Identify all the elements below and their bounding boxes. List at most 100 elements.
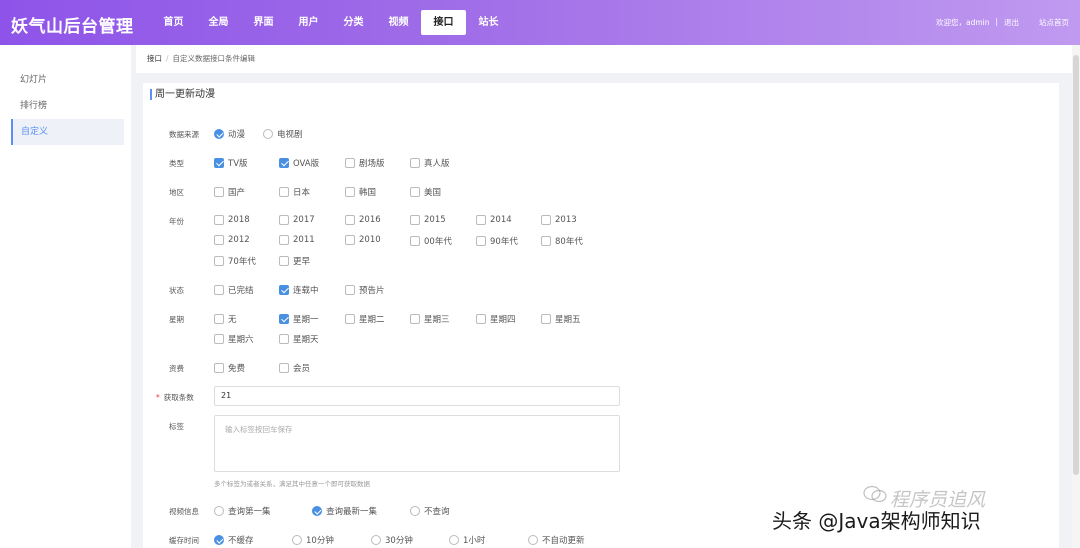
- radio-checked-icon: [312, 506, 322, 516]
- checkbox-checked-icon: [279, 285, 289, 295]
- year-checkbox-2010[interactable]: 2010: [345, 235, 381, 245]
- status-checkbox-ongoing[interactable]: 连载中: [279, 284, 319, 296]
- breadcrumb-current: 自定义数据接口条件编辑: [172, 54, 256, 63]
- year-checkbox-1980s[interactable]: 80年代: [541, 235, 583, 247]
- checkbox-icon: [410, 236, 420, 246]
- count-input[interactable]: 21: [214, 386, 620, 406]
- year-checkbox-2015[interactable]: 2015: [410, 215, 446, 225]
- source-radio-tv[interactable]: 电视剧: [263, 128, 303, 140]
- checkbox-icon: [345, 285, 355, 295]
- fee-checkbox-vip[interactable]: 会员: [279, 362, 310, 374]
- region-checkbox-cn[interactable]: 国产: [214, 186, 245, 198]
- year-checkbox-1970s[interactable]: 70年代: [214, 255, 256, 267]
- tags-input[interactable]: 输入标签按回车保存: [214, 415, 620, 472]
- app-logo[interactable]: 妖气山后台管理: [11, 12, 134, 37]
- weekday-checkbox-sat[interactable]: 星期六: [214, 333, 254, 345]
- sidebar-item-slides[interactable]: 幻灯片: [11, 67, 124, 93]
- radio-icon: [371, 535, 381, 545]
- cache-radio-10min[interactable]: 10分钟: [292, 534, 334, 546]
- radio-icon: [263, 129, 273, 139]
- weekday-checkbox-none[interactable]: 无: [214, 313, 237, 325]
- region-label: 地区: [169, 188, 184, 197]
- radio-checked-icon: [214, 129, 224, 139]
- weekday-checkbox-tue[interactable]: 星期二: [345, 313, 385, 325]
- type-checkbox-movie[interactable]: 剧场版: [345, 157, 385, 169]
- nav-users[interactable]: 用户: [286, 10, 331, 35]
- breadcrumb: 接口 / 自定义数据接口条件编辑: [136, 45, 1072, 73]
- year-checkbox-2016[interactable]: 2016: [345, 215, 381, 225]
- year-checkbox-2014[interactable]: 2014: [476, 215, 512, 225]
- type-checkbox-live-action[interactable]: 真人版: [410, 157, 450, 169]
- nav-interface[interactable]: 界面: [241, 10, 286, 35]
- welcome-text: 欢迎您，admin: [935, 18, 990, 27]
- nav-category[interactable]: 分类: [331, 10, 376, 35]
- status-checkbox-finished[interactable]: 已完结: [214, 284, 254, 296]
- checkbox-icon: [541, 236, 551, 246]
- checkbox-icon: [541, 215, 551, 225]
- radio-icon: [410, 506, 420, 516]
- video-info-radio-latest[interactable]: 查询最新一集: [312, 505, 377, 517]
- source-radio-anime[interactable]: 动漫: [214, 128, 245, 140]
- form-panel: 周一更新动漫 数据来源 动漫 电视剧 类型 TV版 OVA版 剧场版 真人版 地…: [143, 83, 1059, 548]
- weekday-checkbox-fri[interactable]: 星期五: [541, 313, 581, 325]
- nav-home[interactable]: 首页: [151, 10, 196, 35]
- status-checkbox-trailer[interactable]: 预告片: [345, 284, 385, 296]
- cache-radio-30min[interactable]: 30分钟: [371, 534, 413, 546]
- top-header: 妖气山后台管理 首页 全局 界面 用户 分类 视频 接口 站长 欢迎您，admi…: [0, 0, 1080, 45]
- region-checkbox-jp[interactable]: 日本: [279, 186, 310, 198]
- year-checkbox-2012[interactable]: 2012: [214, 235, 250, 245]
- video-info-radio-none[interactable]: 不查询: [410, 505, 450, 517]
- year-checkbox-2013[interactable]: 2013: [541, 215, 577, 225]
- checkbox-icon: [410, 314, 420, 324]
- weekday-checkbox-thu[interactable]: 星期四: [476, 313, 516, 325]
- cache-radio-no-auto[interactable]: 不自动更新: [528, 534, 585, 546]
- checkbox-icon: [345, 314, 355, 324]
- weekday-label: 星期: [169, 315, 184, 324]
- type-label: 类型: [169, 159, 184, 168]
- type-checkbox-tv[interactable]: TV版: [214, 157, 248, 169]
- region-checkbox-us[interactable]: 美国: [410, 186, 441, 198]
- year-checkbox-1990s[interactable]: 90年代: [476, 235, 518, 247]
- year-checkbox-2000s[interactable]: 00年代: [410, 235, 452, 247]
- checkbox-icon: [279, 334, 289, 344]
- checkbox-icon: [214, 334, 224, 344]
- required-mark: *: [156, 393, 160, 402]
- year-checkbox-2018[interactable]: 2018: [214, 215, 250, 225]
- checkbox-icon: [410, 215, 420, 225]
- year-checkbox-earlier[interactable]: 更早: [279, 255, 310, 267]
- checkbox-icon: [541, 314, 551, 324]
- nav-webmaster[interactable]: 站长: [466, 10, 511, 35]
- fee-checkbox-free[interactable]: 免费: [214, 362, 245, 374]
- checkbox-checked-icon: [279, 158, 289, 168]
- cache-radio-1h[interactable]: 1小时: [449, 534, 485, 546]
- year-checkbox-2017[interactable]: 2017: [279, 215, 315, 225]
- scrollbar-thumb[interactable]: [1073, 55, 1079, 475]
- checkbox-icon: [410, 158, 420, 168]
- nav-global[interactable]: 全局: [196, 10, 241, 35]
- logout-link[interactable]: 退出: [1004, 17, 1019, 28]
- weekday-checkbox-wed[interactable]: 星期三: [410, 313, 450, 325]
- sidebar-item-ranking[interactable]: 排行榜: [11, 93, 124, 119]
- video-info-radio-first[interactable]: 查询第一集: [214, 505, 271, 517]
- site-home-link[interactable]: 站点首页: [1039, 17, 1069, 28]
- checkbox-icon: [214, 256, 224, 266]
- page-scrollbar[interactable]: [1072, 45, 1080, 548]
- weekday-checkbox-sun[interactable]: 星期天: [279, 333, 319, 345]
- radio-icon: [292, 535, 302, 545]
- region-checkbox-kr[interactable]: 韩国: [345, 186, 376, 198]
- user-menu: 欢迎您，admin | 退出 站点首页: [930, 17, 1069, 28]
- checkbox-icon: [345, 187, 355, 197]
- nav-video[interactable]: 视频: [376, 10, 421, 35]
- checkbox-icon: [476, 215, 486, 225]
- sidebar-item-custom[interactable]: 自定义: [11, 119, 124, 145]
- cache-radio-none[interactable]: 不缓存: [214, 534, 254, 546]
- nav-api[interactable]: 接口: [421, 10, 466, 35]
- type-checkbox-ova[interactable]: OVA版: [279, 157, 319, 169]
- breadcrumb-home[interactable]: 接口: [147, 54, 162, 63]
- radio-checked-icon: [214, 535, 224, 545]
- checkbox-icon: [476, 314, 486, 324]
- checkbox-icon: [214, 187, 224, 197]
- year-checkbox-2011[interactable]: 2011: [279, 235, 315, 245]
- radio-icon: [214, 506, 224, 516]
- weekday-checkbox-mon[interactable]: 星期一: [279, 313, 319, 325]
